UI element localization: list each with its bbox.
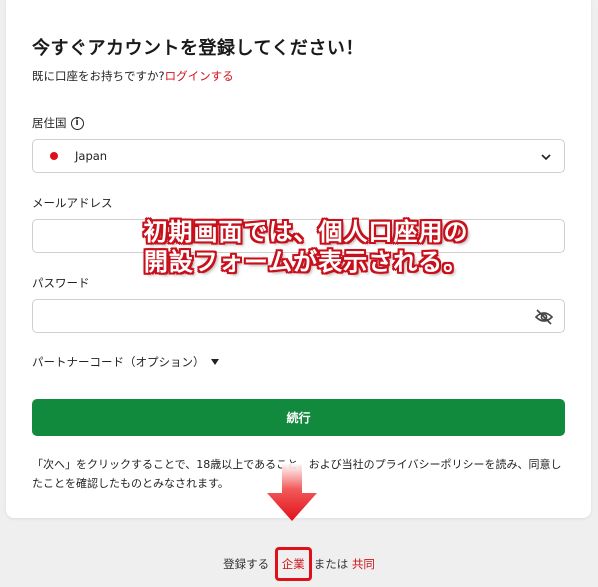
arrow-down-icon — [267, 463, 317, 521]
email-field[interactable] — [32, 219, 565, 253]
page-title: 今すぐアカウントを登録してください！ — [32, 38, 364, 59]
footer-register-options: 登録する 企業 または 共同 — [0, 547, 598, 581]
residence-label-text: 居住国 — [32, 116, 67, 130]
footer-middle: または — [313, 557, 349, 571]
chevron-down-icon — [541, 154, 551, 161]
login-link[interactable]: ログインする — [165, 69, 234, 83]
partner-code-toggle[interactable]: パートナーコード（オプション） — [32, 354, 219, 370]
japan-flag-icon — [50, 152, 58, 160]
residence-label: 居住国 i — [32, 115, 84, 131]
continue-button[interactable]: 続行 — [32, 399, 565, 436]
login-prompt: 既に口座をお持ちですか?ログインする — [32, 68, 234, 84]
eye-slash-icon[interactable] — [534, 308, 554, 326]
password-field[interactable] — [32, 299, 565, 333]
info-icon[interactable]: i — [70, 116, 84, 130]
login-prompt-text: 既に口座をお持ちですか? — [32, 69, 165, 83]
country-select[interactable]: Japan — [32, 139, 565, 173]
partner-code-label: パートナーコード（オプション） — [32, 355, 205, 369]
joint-link[interactable]: 共同 — [352, 557, 375, 571]
corporate-highlight: 企業 — [274, 547, 312, 581]
corporate-link[interactable]: 企業 — [282, 557, 305, 571]
registration-card: 今すぐアカウントを登録してください！ 既に口座をお持ちですか?ログインする 居住… — [6, 0, 591, 518]
caret-down-icon — [210, 359, 219, 365]
password-label: パスワード — [32, 276, 90, 290]
footer-prefix: 登録する — [223, 557, 270, 571]
country-select-value: Japan — [75, 149, 108, 163]
email-label: メールアドレス — [32, 196, 113, 210]
